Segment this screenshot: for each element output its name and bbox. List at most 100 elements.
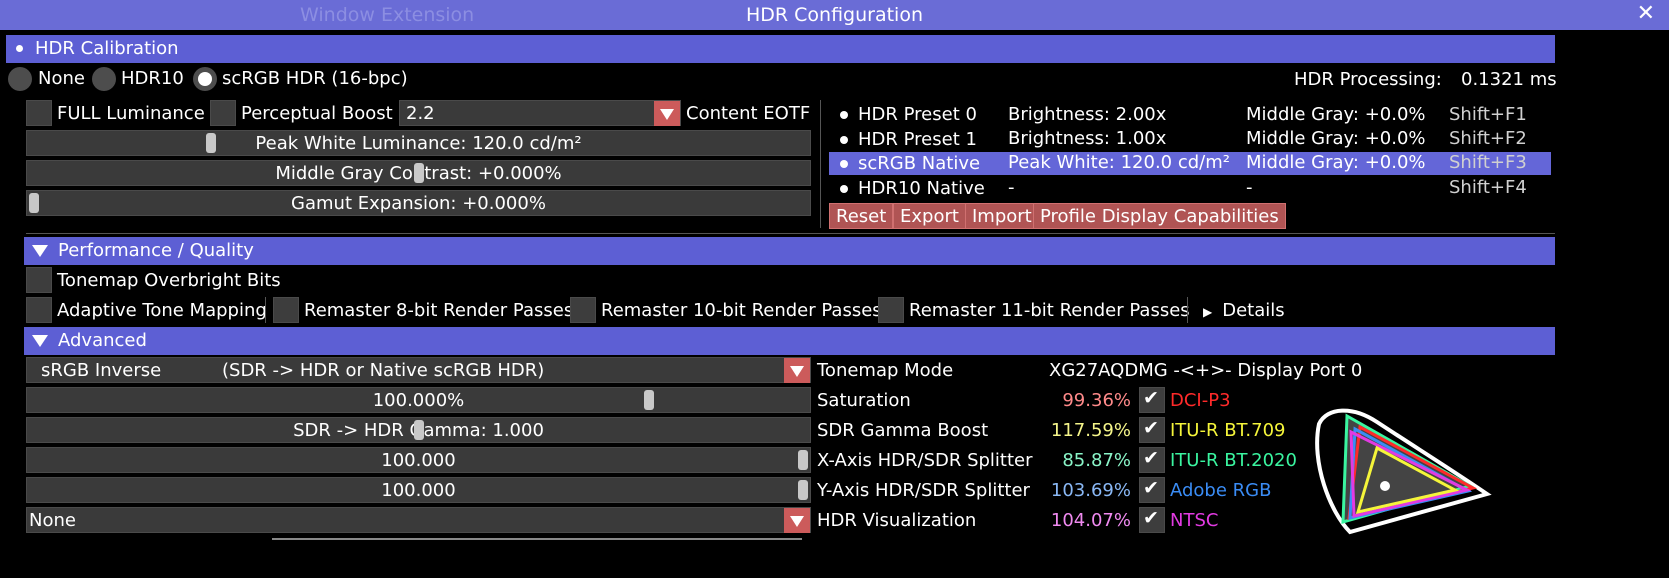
gamut-checkbox-dci-p3[interactable] <box>1139 387 1165 413</box>
slider-grab[interactable] <box>29 193 39 213</box>
hdr-processing-value: 0.1321 ms <box>1461 69 1557 90</box>
slider-grab[interactable] <box>798 450 808 470</box>
content-eotf-combo[interactable]: 2.2 <box>399 100 681 126</box>
saturation-slider[interactable]: 100.000% <box>26 387 811 413</box>
preset-col2: Brightness: 1.00x <box>1008 128 1167 149</box>
preset-row[interactable]: HDR Preset 1 <box>840 129 977 150</box>
background-window-edge <box>272 538 802 540</box>
remaster-8bit-label: Remaster 8-bit Render Passes <box>304 300 574 321</box>
slider-grab[interactable] <box>413 420 424 440</box>
remaster-11bit-checkbox[interactable] <box>878 297 904 323</box>
section-header-hdr-calibration[interactable]: HDR Calibration <box>6 35 1555 63</box>
saturation-label: Saturation <box>817 390 911 411</box>
radio-scrgb[interactable] <box>193 67 217 91</box>
preset-row[interactable]: scRGB Native <box>840 153 980 174</box>
import-button[interactable]: Import <box>965 203 1039 229</box>
adaptive-tonemap-checkbox[interactable] <box>26 297 52 323</box>
section-title: HDR Calibration <box>35 38 179 59</box>
expand-arrow-icon: ▶ <box>1203 305 1213 319</box>
preset-hotkey: Shift+F4 <box>1449 177 1527 198</box>
preset-col2: Brightness: 2.00x <box>1008 104 1167 125</box>
tonemap-mode-value: sRGB Inverse <box>41 360 162 381</box>
gamut-name-ntsc: NTSC <box>1170 510 1219 531</box>
radio-label-scrgb: scRGB HDR (16-bpc) <box>222 68 408 89</box>
slider-text: Peak White Luminance: 120.0 cd/m² <box>255 133 582 154</box>
white-point-icon <box>1380 481 1390 491</box>
section-title: Advanced <box>58 330 147 351</box>
preset-col2: Peak White: 120.0 cd/m² <box>1008 152 1230 173</box>
hdr-visualization-value: None <box>29 510 76 531</box>
sdr-gamma-label: SDR Gamma Boost <box>817 420 989 441</box>
content-eotf-label: Content EOTF <box>686 103 811 124</box>
radio-label-none: None <box>38 68 85 89</box>
cie-chromaticity-diagram <box>1315 408 1492 535</box>
preset-hotkey: Shift+F2 <box>1449 128 1527 149</box>
preset-row[interactable]: HDR Preset 0 <box>840 104 977 125</box>
profile-display-button[interactable]: Profile Display Capabilities <box>1033 203 1286 229</box>
slider-grab[interactable] <box>644 390 655 410</box>
remaster-10bit-checkbox[interactable] <box>570 297 596 323</box>
preset-row[interactable]: HDR10 Native <box>840 178 985 199</box>
y-axis-splitter-slider[interactable]: 100.000 <box>26 477 811 503</box>
slider-text: 100.000 <box>381 480 456 501</box>
slider-grab[interactable] <box>798 480 808 500</box>
gamut-name-bt2020: ITU-R BT.2020 <box>1170 450 1297 471</box>
full-luminance-checkbox[interactable] <box>26 100 52 126</box>
gamut-percent-ntsc: 104.07% <box>1050 510 1131 531</box>
window-titlebar[interactable]: HDR Configuration <box>0 0 1669 30</box>
details-tree-node[interactable]: ▶ Details <box>1203 300 1285 321</box>
x-axis-splitter-slider[interactable]: 100.000 <box>26 447 811 473</box>
y-axis-splitter-label: Y-Axis HDR/SDR Splitter <box>817 480 1030 501</box>
content-eotf-value: 2.2 <box>406 103 435 124</box>
window-title: HDR Configuration <box>745 4 923 26</box>
tonemap-mode-label: Tonemap Mode <box>817 360 954 381</box>
section-header-performance[interactable]: Performance / Quality <box>24 237 1555 265</box>
gamut-checkbox-bt2020[interactable] <box>1139 447 1165 473</box>
tonemap-overbright-label: Tonemap Overbright Bits <box>57 270 281 291</box>
radio-hdr10[interactable] <box>92 67 116 91</box>
preset-hotkey: Shift+F3 <box>1449 152 1527 173</box>
bullet-icon <box>16 44 23 52</box>
collapse-arrow-icon <box>32 245 48 257</box>
slider-text: Gamut Expansion: +0.000% <box>291 193 546 214</box>
bullet-icon <box>840 111 848 119</box>
peak-white-slider[interactable]: Peak White Luminance: 120.0 cd/m² <box>26 130 811 156</box>
remaster-10bit-label: Remaster 10-bit Render Passes <box>601 300 882 321</box>
gamut-checkbox-bt709[interactable] <box>1139 417 1165 443</box>
tonemap-overbright-checkbox[interactable] <box>26 267 52 293</box>
slider-grab[interactable] <box>413 163 424 183</box>
gamut-percent-adobe-rgb: 103.69% <box>1050 480 1131 501</box>
preset-hotkey: Shift+F1 <box>1449 104 1527 125</box>
collapse-arrow-icon <box>32 335 48 347</box>
background-window-title: Window Extension <box>300 4 475 26</box>
gamut-percent-bt709: 117.59% <box>1050 420 1131 441</box>
gamut-checkbox-ntsc[interactable] <box>1139 507 1165 533</box>
bullet-icon <box>840 185 848 193</box>
reset-button[interactable]: Reset <box>829 203 894 229</box>
slider-text: 100.000 <box>381 450 456 471</box>
dropdown-arrow-icon <box>654 101 680 126</box>
radio-none[interactable] <box>8 67 32 91</box>
remaster-11bit-label: Remaster 11-bit Render Passes <box>909 300 1190 321</box>
close-icon[interactable]: ✕ <box>1637 0 1655 30</box>
tonemap-mode-description: (SDR -> HDR or Native scRGB HDR) <box>222 360 545 381</box>
tonemap-mode-combo[interactable]: sRGB Inverse (SDR -> HDR or Native scRGB… <box>26 357 811 383</box>
hdr-visualization-combo[interactable]: None <box>26 507 811 533</box>
preset-col2: - <box>1008 177 1015 198</box>
middle-gray-slider[interactable]: Middle Gray Contrast: +0.000% <box>26 160 811 186</box>
gamut-name-dci-p3: DCI-P3 <box>1170 390 1231 411</box>
remaster-8bit-checkbox[interactable] <box>273 297 299 323</box>
perceptual-boost-checkbox[interactable] <box>210 100 236 126</box>
hdr-processing-label: HDR Processing: <box>1294 69 1442 90</box>
gamut-name-bt709: ITU-R BT.709 <box>1170 420 1286 441</box>
section-title: Performance / Quality <box>58 240 254 261</box>
gamut-expansion-slider[interactable]: Gamut Expansion: +0.000% <box>26 190 811 216</box>
item-separator <box>265 297 266 323</box>
section-header-advanced[interactable]: Advanced <box>24 327 1555 355</box>
export-button[interactable]: Export <box>893 203 966 229</box>
dropdown-arrow-icon <box>784 508 810 533</box>
preset-col3: Middle Gray: +0.0% <box>1246 152 1426 173</box>
sdr-gamma-slider[interactable]: SDR -> HDR Gamma: 1.000 <box>26 417 811 443</box>
gamut-checkbox-adobe-rgb[interactable] <box>1139 477 1165 503</box>
slider-grab[interactable] <box>205 133 216 153</box>
